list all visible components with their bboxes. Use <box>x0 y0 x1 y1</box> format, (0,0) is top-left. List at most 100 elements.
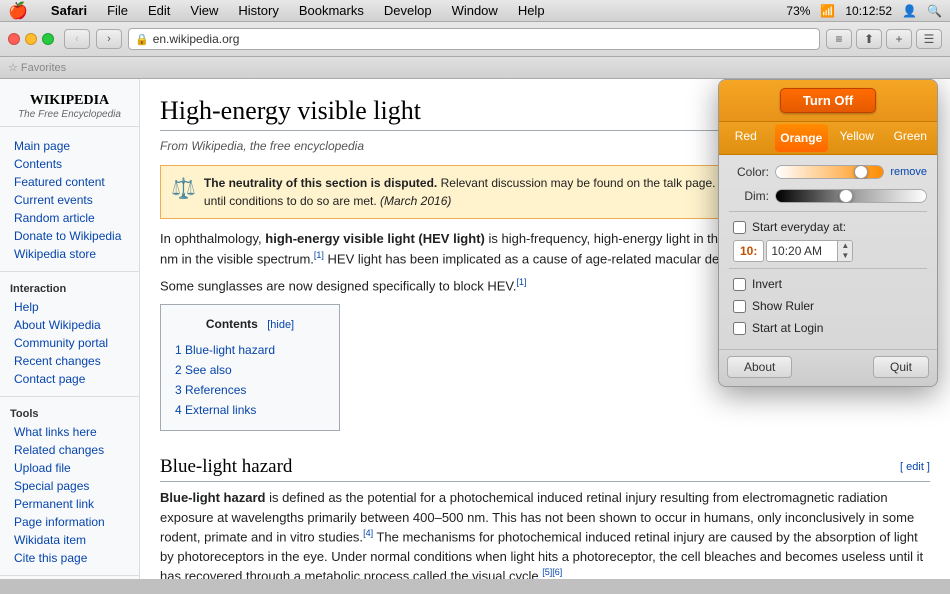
table-of-contents: Contents [hide] 1 Blue-light hazard 2 Se… <box>160 304 340 431</box>
section-paragraph-1: Blue-light hazard is defined as the pote… <box>160 488 930 579</box>
start-everyday-row: Start everyday at: <box>729 218 927 236</box>
sidebar-item-cite[interactable]: Cite this page <box>0 549 139 567</box>
start-everyday-checkbox[interactable] <box>733 221 746 234</box>
start-login-checkbox[interactable] <box>733 322 746 335</box>
toc-item-3[interactable]: 3 References <box>175 380 325 400</box>
menu-develop[interactable]: Develop <box>381 3 435 18</box>
wiki-logo-title: WIKIPEDIA <box>8 93 131 109</box>
menu-safari[interactable]: Safari <box>48 3 90 18</box>
battery-status: 73% <box>786 4 810 18</box>
sidebar-section-main: Main page Contents Featured content Curr… <box>0 133 139 267</box>
menu-history[interactable]: History <box>235 3 281 18</box>
sidebar-item-specialpages[interactable]: Special pages <box>0 477 139 495</box>
tab-red[interactable]: Red <box>719 122 773 154</box>
address-text[interactable]: en.wikipedia.org <box>153 32 240 46</box>
maximize-button[interactable] <box>42 33 54 45</box>
dim-slider-thumb[interactable] <box>839 189 853 203</box>
sidebar-title-tools: Tools <box>0 405 139 423</box>
color-slider-thumb[interactable] <box>854 165 868 179</box>
toc-item-1[interactable]: 1 Blue-light hazard <box>175 340 325 360</box>
sidebar-item-community[interactable]: Community portal <box>0 334 139 352</box>
new-tab-button[interactable]: + <box>886 29 912 49</box>
sidebar-item-recent[interactable]: Recent changes <box>0 352 139 370</box>
wiki-logo-subtitle: The Free Encyclopedia <box>8 109 131 120</box>
menu-bookmarks[interactable]: Bookmarks <box>296 3 367 18</box>
toc-item-4[interactable]: 4 External links <box>175 400 325 420</box>
sidebar-item-relatedchanges[interactable]: Related changes <box>0 441 139 459</box>
minimize-button[interactable] <box>25 33 37 45</box>
sidebar-item-help[interactable]: Help <box>0 298 139 316</box>
bookmarks-bar: ☆ Favorites <box>0 57 950 79</box>
sidebar-item-contents[interactable]: Contents <box>0 155 139 173</box>
time-row: 10: ▲ ▼ <box>729 240 927 262</box>
menu-bar: 🍎 Safari File Edit View History Bookmark… <box>0 0 950 22</box>
toolbar-right: ≡ ⬆ + ☰ <box>826 29 942 49</box>
browser-chrome: ‹ › 🔒 en.wikipedia.org ≡ ⬆ + ☰ <box>0 22 950 57</box>
sidebar-item-permanentlink[interactable]: Permanent link <box>0 495 139 513</box>
apple-menu[interactable]: 🍎 <box>8 1 28 21</box>
time-stepper: ▲ ▼ <box>837 241 852 261</box>
panel-divider-2 <box>729 268 927 269</box>
quit-button[interactable]: Quit <box>873 356 929 378</box>
wifi-icon: 📶 <box>820 4 835 18</box>
time-step-up[interactable]: ▲ <box>838 241 852 251</box>
sidebar-item-current[interactable]: Current events <box>0 191 139 209</box>
toc-hide[interactable]: [hide] <box>267 319 294 331</box>
panel-tabs: Red Orange Yellow Green <box>719 122 937 155</box>
color-slider-container[interactable] <box>775 165 884 179</box>
panel-turn-off-area: Turn Off <box>719 80 937 122</box>
bookmarks-label: ☆ Favorites <box>8 61 66 74</box>
section-title-text: Blue-light hazard <box>160 453 292 482</box>
section-heading-bluehazard: Blue-light hazard [ edit ] <box>160 453 930 483</box>
tab-green[interactable]: Green <box>884 122 938 154</box>
overlay-panel: Turn Off Red Orange Yellow Green Color: … <box>718 79 938 387</box>
share-button[interactable]: ⬆ <box>856 29 882 49</box>
user-icon[interactable]: 👤 <box>902 4 917 18</box>
edit-section-link[interactable]: [ edit ] <box>900 459 930 476</box>
turn-off-button[interactable]: Turn Off <box>780 88 876 113</box>
back-button[interactable]: ‹ <box>64 29 90 49</box>
sidebar-section-tools: Tools What links here Related changes Up… <box>0 401 139 571</box>
toc-item-2[interactable]: 2 See also <box>175 360 325 380</box>
sidebar-title-interaction: Interaction <box>0 280 139 298</box>
sidebar-item-wikidata[interactable]: Wikidata item <box>0 531 139 549</box>
menu-edit[interactable]: Edit <box>145 3 173 18</box>
start-everyday-label: Start everyday at: <box>752 218 846 236</box>
search-icon[interactable]: 🔍 <box>927 4 942 18</box>
show-ruler-checkbox[interactable] <box>733 300 746 313</box>
time-step-down[interactable]: ▼ <box>838 251 852 261</box>
traffic-lights <box>8 33 54 45</box>
sidebar-item-donate[interactable]: Donate to Wikipedia <box>0 227 139 245</box>
sidebar-item-about[interactable]: About Wikipedia <box>0 316 139 334</box>
invert-checkbox[interactable] <box>733 278 746 291</box>
about-button[interactable]: About <box>727 356 792 378</box>
tab-yellow[interactable]: Yellow <box>830 122 884 154</box>
dim-slider-container[interactable] <box>775 189 927 203</box>
sidebar-item-uploadfile[interactable]: Upload file <box>0 459 139 477</box>
disputed-icon: ⚖️ <box>171 174 196 204</box>
menu-file[interactable]: File <box>104 3 131 18</box>
time-input[interactable] <box>767 242 837 260</box>
sidebar-item-whatlinks[interactable]: What links here <box>0 423 139 441</box>
menu-bar-right: 73% 📶 10:12:52 👤 🔍 <box>786 0 942 22</box>
tab-orange[interactable]: Orange <box>775 124 829 152</box>
close-button[interactable] <box>8 33 20 45</box>
dim-row: Dim: <box>729 187 927 205</box>
menu-help[interactable]: Help <box>515 3 548 18</box>
forward-button[interactable]: › <box>96 29 122 49</box>
time-input-group[interactable]: ▲ ▼ <box>766 240 853 262</box>
sidebar-item-mainpage[interactable]: Main page <box>0 137 139 155</box>
sidebar-item-random[interactable]: Random article <box>0 209 139 227</box>
reader-mode-button[interactable]: ≡ <box>826 29 852 49</box>
wiki-content: High-energy visible light From Wikipedia… <box>140 79 950 579</box>
sidebar-toggle[interactable]: ☰ <box>916 29 942 49</box>
start-login-label: Start at Login <box>752 319 823 337</box>
sidebar-item-contact[interactable]: Contact page <box>0 370 139 388</box>
sidebar-item-pageinfo[interactable]: Page information <box>0 513 139 531</box>
remove-link[interactable]: remove <box>890 164 927 181</box>
menu-view[interactable]: View <box>187 3 221 18</box>
sidebar-item-store[interactable]: Wikipedia store <box>0 245 139 263</box>
sidebar-item-featured[interactable]: Featured content <box>0 173 139 191</box>
start-login-row: Start at Login <box>729 319 927 337</box>
menu-window[interactable]: Window <box>449 3 501 18</box>
